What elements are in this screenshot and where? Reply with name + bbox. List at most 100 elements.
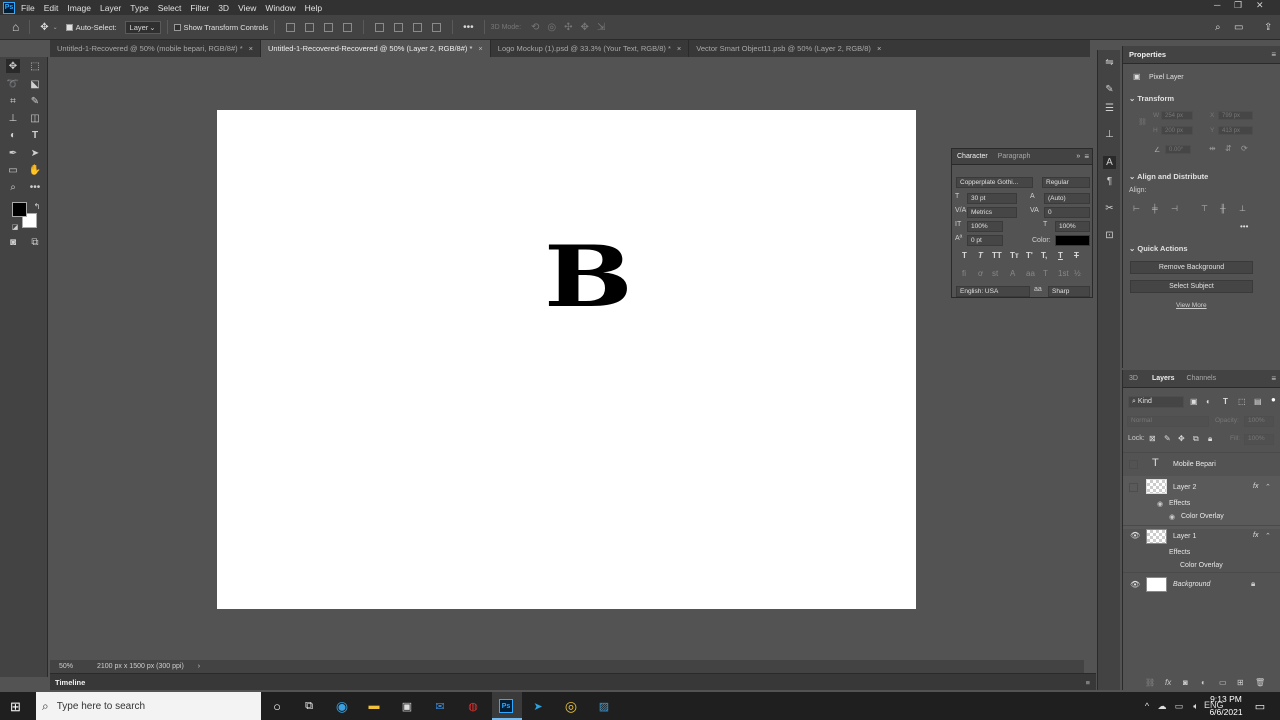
- kerning-field[interactable]: Metrics: [967, 207, 1017, 218]
- menu-edit[interactable]: Edit: [44, 3, 59, 13]
- auto-select-checkbox[interactable]: [65, 23, 73, 31]
- task-view-icon[interactable]: ⧉: [302, 699, 316, 713]
- opacity-field[interactable]: 100%: [1244, 416, 1274, 427]
- stamp-tool-icon[interactable]: ⊥: [6, 111, 20, 125]
- remove-background-button[interactable]: Remove Background: [1130, 261, 1253, 274]
- layer-row-layer-2[interactable]: Layer 2 fx ⌃ ◉ Effects ◉ Color Overlay: [1123, 476, 1280, 529]
- language-dropdown[interactable]: English: USA: [956, 286, 1030, 297]
- move-tool-preset-icon[interactable]: ✥: [40, 22, 48, 33]
- panel-menu-icon[interactable]: ≡: [1271, 50, 1276, 59]
- align-left-icon[interactable]: [286, 22, 296, 32]
- volume-icon[interactable]: 🔈︎: [1189, 699, 1203, 713]
- filter-adjustment-icon[interactable]: ◐: [1206, 397, 1211, 406]
- quick-mask-icon[interactable]: ◙: [6, 235, 20, 249]
- layer-name[interactable]: Mobile Bepari: [1173, 461, 1216, 468]
- panel-menu-icon[interactable]: ≡: [1271, 374, 1276, 383]
- taskbar-time[interactable]: 9:13 PM: [1205, 694, 1247, 704]
- effect-color-overlay[interactable]: Color Overlay: [1180, 562, 1223, 569]
- rotate-icon[interactable]: ⟳: [1241, 144, 1248, 153]
- tracking-field[interactable]: 0: [1044, 207, 1090, 218]
- search-icon[interactable]: ⌕: [1215, 22, 1221, 33]
- view-more-link[interactable]: View More: [1176, 302, 1207, 309]
- eye-icon[interactable]: 👁︎: [1130, 531, 1140, 540]
- filter-pixel-icon[interactable]: ▣: [1190, 397, 1198, 406]
- swash-icon[interactable]: st: [992, 269, 998, 278]
- menu-type[interactable]: Type: [130, 3, 148, 13]
- history-icon[interactable]: ⇋: [1103, 56, 1116, 69]
- zoom-level[interactable]: 50%: [59, 663, 95, 670]
- distribute-icon[interactable]: [343, 22, 353, 32]
- rectangle-tool-icon[interactable]: ▭: [6, 163, 20, 177]
- menu-3d[interactable]: 3D: [218, 3, 229, 13]
- gradient-tool-icon[interactable]: ◐: [6, 128, 20, 142]
- new-layer-icon[interactable]: ⊞: [1237, 678, 1244, 687]
- effect-visibility-icon[interactable]: ◉: [1169, 513, 1175, 521]
- cloud-icon[interactable]: ☁: [1155, 699, 1169, 713]
- tab-document-1[interactable]: Untitled-1-Recovered @ 50% (mobile bepar…: [50, 40, 262, 57]
- lasso-tool-icon[interactable]: ➰: [6, 77, 20, 91]
- align-bottom-icon[interactable]: [413, 22, 423, 32]
- tab-document-2[interactable]: Untitled-1-Recovered-Recovered @ 50% (La…: [261, 40, 491, 57]
- layer-name[interactable]: Background: [1173, 581, 1210, 588]
- lock-artboard-icon[interactable]: ⧉: [1193, 434, 1199, 444]
- close-icon[interactable]: ×: [478, 44, 482, 53]
- document-canvas[interactable]: [217, 110, 916, 609]
- character-panel-icon[interactable]: A: [1103, 156, 1116, 169]
- lock-all-icon[interactable]: 🔒︎: [1208, 434, 1212, 444]
- all-caps-icon[interactable]: TT: [992, 251, 1002, 260]
- adjustment-layer-icon[interactable]: ◐: [1201, 678, 1206, 687]
- photoshop-icon[interactable]: Ps: [499, 699, 513, 713]
- panel-menu-icon[interactable]: ≡: [1084, 152, 1089, 161]
- align-vertical-centers-icon[interactable]: ╫: [1220, 204, 1226, 213]
- select-subject-button[interactable]: Select Subject: [1130, 280, 1253, 293]
- fill-field[interactable]: 100%: [1244, 434, 1274, 445]
- align-bottom-edges-icon[interactable]: ⊥: [1239, 204, 1246, 213]
- show-transform-checkbox[interactable]: [173, 23, 181, 31]
- align-top-edges-icon[interactable]: ⊤: [1201, 204, 1208, 213]
- leading-field[interactable]: (Auto): [1044, 193, 1090, 204]
- filter-type-icon[interactable]: T: [1223, 397, 1228, 406]
- flip-vertical-icon[interactable]: ⇵: [1225, 144, 1232, 153]
- font-style-dropdown[interactable]: Regular: [1042, 177, 1090, 188]
- photos-icon[interactable]: ▨: [597, 699, 611, 713]
- menu-layer[interactable]: Layer: [100, 3, 121, 13]
- chevron-up-icon[interactable]: ^: [1140, 699, 1154, 713]
- layer-row-layer-1[interactable]: 👁︎ Layer 1 fx ⌃ Effects Color Overlay: [1123, 525, 1280, 573]
- mail-icon[interactable]: ✉: [433, 699, 447, 713]
- flip-horizontal-icon[interactable]: ⇹: [1209, 144, 1216, 153]
- align-right-icon[interactable]: [324, 22, 334, 32]
- zoom-tool-icon[interactable]: ⌕: [6, 180, 20, 194]
- marquee-tool-icon[interactable]: ⬚: [28, 59, 42, 73]
- share-icon[interactable]: ⇪: [1264, 22, 1272, 33]
- tab-character[interactable]: Character: [952, 153, 993, 160]
- text-color-swatch[interactable]: [1055, 235, 1090, 246]
- tab-document-4[interactable]: Vector Smart Object11.psb @ 50% (Layer 2…: [689, 40, 888, 57]
- menu-filter[interactable]: Filter: [190, 3, 209, 13]
- path-selection-tool-icon[interactable]: ➤: [28, 146, 42, 160]
- home-icon[interactable]: ⌂: [12, 20, 19, 34]
- add-mask-icon[interactable]: ◙: [1183, 678, 1188, 687]
- edit-toolbar-icon[interactable]: •••: [28, 180, 42, 194]
- file-explorer-icon[interactable]: ▬: [367, 699, 381, 713]
- visibility-toggle[interactable]: [1129, 483, 1138, 492]
- align-section-header[interactable]: ⌄ Align and Distribute: [1129, 172, 1208, 181]
- chevron-down-icon[interactable]: ⌄: [53, 24, 58, 31]
- ordinal-icon[interactable]: 1st: [1058, 269, 1069, 278]
- close-icon[interactable]: ×: [877, 44, 881, 53]
- layer-name[interactable]: Layer 2: [1173, 484, 1196, 491]
- type-tool-icon[interactable]: T: [28, 128, 42, 142]
- align-center-icon[interactable]: [305, 22, 315, 32]
- taskbar-date[interactable]: 6/6/2021: [1205, 707, 1247, 717]
- anti-alias-dropdown[interactable]: Sharp: [1048, 286, 1090, 297]
- quick-actions-header[interactable]: ⌄ Quick Actions: [1129, 244, 1188, 253]
- brush-settings-icon[interactable]: ✎: [1103, 83, 1116, 96]
- add-style-icon[interactable]: fx: [1165, 678, 1171, 687]
- baseline-shift-field[interactable]: 0 pt: [967, 235, 1003, 246]
- blend-mode-dropdown[interactable]: Normal: [1127, 416, 1209, 427]
- ligatures-icon[interactable]: fi: [962, 269, 966, 278]
- minimize-icon[interactable]: ─: [1214, 0, 1220, 10]
- default-colors-icon[interactable]: ◪: [8, 220, 22, 234]
- edge-browser-icon[interactable]: ◉: [335, 698, 349, 714]
- tab-channels[interactable]: Channels: [1187, 375, 1217, 382]
- filter-shape-icon[interactable]: ⬚: [1238, 397, 1246, 406]
